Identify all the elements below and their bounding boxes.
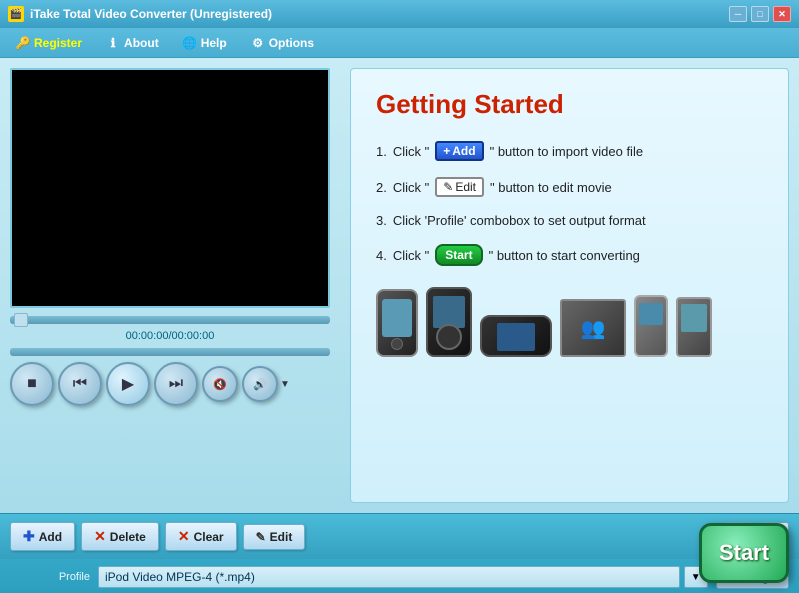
close-button[interactable]: ✕ (773, 6, 791, 22)
timeline-thumb[interactable] (14, 313, 28, 327)
step-4: 4. Click " Start " button to start conve… (376, 244, 763, 266)
volume-dropdown[interactable]: ▼ (280, 379, 290, 390)
add-icon: ✚ (23, 528, 35, 545)
step-3: 3. Click 'Profile' combobox to set outpu… (376, 213, 763, 228)
edit-inline-label: Edit (455, 180, 476, 194)
step-3-num: 3. (376, 213, 387, 228)
register-icon: 🔑 (16, 36, 30, 50)
step-2-post: " button to edit movie (490, 180, 612, 195)
step-2-pre: Click " (393, 180, 429, 195)
add-button[interactable]: ✚ Add (10, 522, 75, 551)
device-ipod (426, 287, 472, 357)
add-inline-btn[interactable]: + Add (435, 141, 483, 161)
volume-area: 🔇 🔊 ▼ (202, 366, 290, 402)
minimize-button[interactable]: ─ (729, 6, 747, 22)
menu-item-about[interactable]: ℹ About (98, 33, 167, 53)
device-images: 👥 (376, 287, 763, 357)
delete-button[interactable]: ✕ Delete (81, 522, 159, 551)
menu-label-about: About (124, 36, 159, 50)
menu-label-help: Help (201, 36, 227, 50)
main-area: 00:00:00/00:00:00 ■ ⏮ ▶ ⏭ 🔇 🔊 ▼ Getting … (0, 58, 799, 513)
help-icon: 🌐 (183, 36, 197, 50)
getting-started-title: Getting Started (376, 89, 763, 120)
step-2: 2. Click " ✎ Edit " button to edit movie (376, 177, 763, 197)
menu-item-help[interactable]: 🌐 Help (175, 33, 235, 53)
delete-icon: ✕ (94, 528, 106, 545)
menubar: 🔑 Register ℹ About 🌐 Help ⚙ Options (0, 28, 799, 58)
options-icon: ⚙ (251, 36, 265, 50)
profile-row: Profile iPod Video MPEG-4 (*.mp4) ▼ Sett… (10, 565, 789, 589)
step-1: 1. Click " + Add " button to import vide… (376, 141, 763, 161)
menu-item-options[interactable]: ⚙ Options (243, 33, 322, 53)
add-label: Add (39, 530, 62, 544)
step-4-pre: Click " (393, 248, 429, 263)
next-button[interactable]: ⏭ (154, 362, 198, 406)
edit-icon: ✎ (256, 530, 266, 544)
start-button[interactable]: Start (699, 523, 789, 583)
step-1-num: 1. (376, 144, 387, 159)
titlebar-title: iTake Total Video Converter (Unregistere… (30, 7, 272, 21)
edit-button[interactable]: ✎ Edit (243, 524, 306, 550)
profile-label: Profile (10, 571, 90, 583)
menu-label-options: Options (269, 36, 314, 50)
mute-button[interactable]: 🔇 (202, 366, 238, 402)
start-inline-btn[interactable]: Start (435, 244, 482, 266)
stop-button[interactable]: ■ (10, 362, 54, 406)
delete-label: Delete (110, 530, 146, 544)
controls-row: ■ ⏮ ▶ ⏭ 🔇 🔊 ▼ (10, 362, 330, 406)
device-group: 👥 (560, 299, 626, 357)
menu-label-register: Register (34, 36, 82, 50)
device-psp (480, 315, 552, 357)
edit-inline-btn[interactable]: ✎ Edit (435, 177, 484, 197)
prev-button[interactable]: ⏮ (58, 362, 102, 406)
progress-bar (10, 348, 330, 356)
right-panel: Getting Started 1. Click " + Add " butto… (350, 68, 789, 503)
profile-select[interactable]: iPod Video MPEG-4 (*.mp4) (98, 566, 680, 588)
step-4-post: " button to start converting (489, 248, 640, 263)
titlebar-left: 🎬 iTake Total Video Converter (Unregiste… (8, 6, 272, 22)
edit-label: Edit (270, 530, 293, 544)
device-pda (676, 297, 712, 357)
step-1-post: " button to import video file (490, 144, 643, 159)
app-icon: 🎬 (8, 6, 24, 22)
left-panel: 00:00:00/00:00:00 ■ ⏮ ▶ ⏭ 🔇 🔊 ▼ (10, 68, 340, 503)
step-4-num: 4. (376, 248, 387, 263)
start-label: Start (719, 540, 769, 566)
bottom-toolbar: ✚ Add ✕ Delete ✕ Clear ✎ Edit ▲ ▼ (0, 513, 799, 559)
maximize-button[interactable]: □ (751, 6, 769, 22)
play-button[interactable]: ▶ (106, 362, 150, 406)
video-screen (10, 68, 330, 308)
device-iphone (376, 289, 418, 357)
step-3-text: Click 'Profile' combobox to set output f… (393, 213, 646, 228)
titlebar: 🎬 iTake Total Video Converter (Unregiste… (0, 0, 799, 28)
clear-icon: ✕ (178, 528, 190, 545)
timeline-bar[interactable] (10, 316, 330, 324)
about-icon: ℹ (106, 36, 120, 50)
clear-button[interactable]: ✕ Clear (165, 522, 237, 551)
step-2-num: 2. (376, 180, 387, 195)
device-nokia (634, 295, 668, 357)
settings-area: Profile iPod Video MPEG-4 (*.mp4) ▼ Sett… (0, 559, 799, 593)
timecode: 00:00:00/00:00:00 (10, 330, 330, 342)
titlebar-controls[interactable]: ─ □ ✕ (729, 6, 791, 22)
edit-inline-icon: ✎ (443, 180, 453, 194)
volume-button[interactable]: 🔊 (242, 366, 278, 402)
clear-label: Clear (194, 530, 224, 544)
add-inline-label: Add (452, 144, 475, 158)
menu-item-register[interactable]: 🔑 Register (8, 33, 90, 53)
step-1-pre: Click " (393, 144, 429, 159)
profile-select-wrapper: iPod Video MPEG-4 (*.mp4) ▼ (98, 566, 708, 588)
add-inline-icon: + (443, 144, 450, 158)
